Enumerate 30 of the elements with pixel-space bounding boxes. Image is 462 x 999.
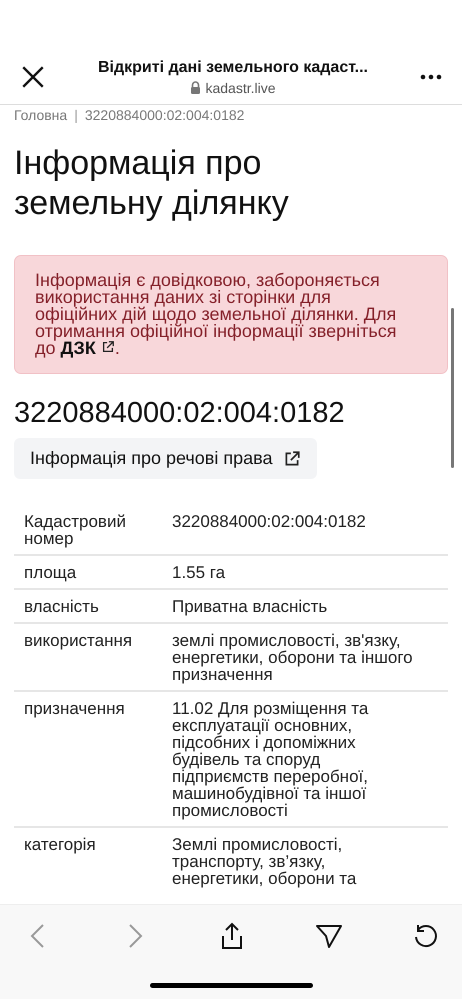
- external-link-icon: [282, 450, 300, 468]
- table-cell-text: Кадастровий номер: [24, 513, 127, 547]
- close-icon[interactable]: [20, 64, 46, 90]
- more-icon[interactable]: [420, 74, 442, 80]
- warning-text: Інформація є довідковою, забороняється використання даних зі сторінки для офіційних дій щодо земельної ділянки. Для отримання офіційної інформації зверніться до ДЗК .: [35, 272, 398, 357]
- table-cell-text: призначення: [24, 700, 126, 720]
- domain-label: kadastr.live: [205, 80, 276, 96]
- page-heading: Інформація про земельну ділянку: [14, 143, 290, 223]
- table-cell-text: 3220884000:02:004:0182: [172, 513, 367, 533]
- table-cell-text: Приватна власність: [172, 598, 328, 615]
- share-icon: [219, 922, 245, 950]
- reload-icon: [412, 922, 440, 950]
- page-title: Відкриті дані земельного кадаст...: [98, 58, 368, 76]
- lock-icon: [190, 81, 202, 94]
- table-cell-text: землі промисловості, зв'язку, енергетики, оборони та іншого призначення: [172, 632, 414, 683]
- rights-info-button[interactable]: Інформація про речові права: [14, 438, 316, 479]
- external-link-icon: [100, 340, 115, 354]
- breadcrumb-current: 3220884000:02:004:0182: [84, 107, 244, 123]
- breadcrumb-link[interactable]: Головна: [14, 107, 68, 123]
- breadcrumb-separator: |: [74, 107, 78, 123]
- table-cell-text: 1.55 га: [172, 564, 226, 581]
- table-cell-text: категорія: [24, 836, 97, 856]
- table-cell-text: площа: [24, 564, 78, 581]
- table-cell-text: використання: [24, 632, 134, 652]
- send-icon: [315, 923, 343, 949]
- dzk-link[interactable]: ДЗК: [60, 338, 115, 358]
- table-cell-text: 11.02 Для розміщення та експлуатації основних, підсобних і допоміжних будівель та споруд підприємств переробної, машинобудівної та іншої промисловості: [172, 700, 370, 819]
- parcel-number: 3220884000:02:004:0182: [14, 396, 346, 430]
- table-cell-text: власність: [24, 598, 100, 615]
- table-cell-text: Землі промисловості, транспорту, зв’язку, енергетики, оборони та: [172, 836, 358, 887]
